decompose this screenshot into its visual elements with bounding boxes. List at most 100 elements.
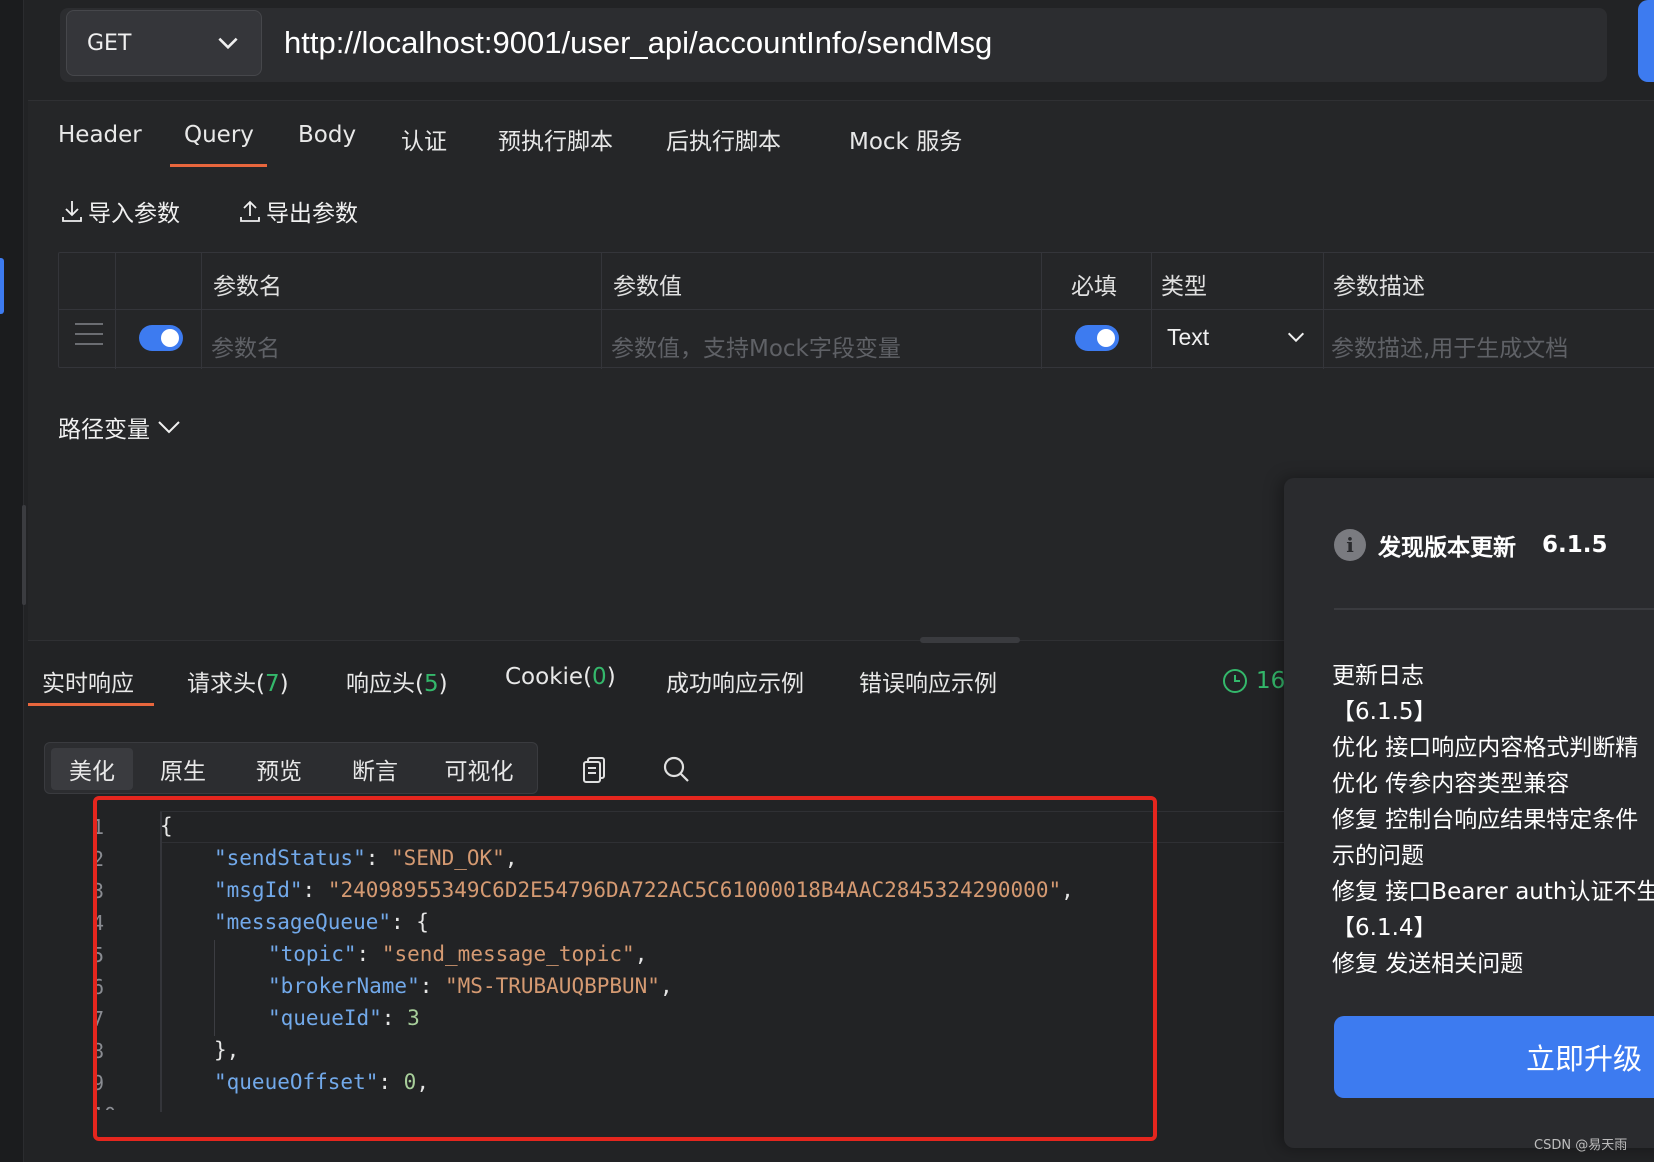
tab-body[interactable]: Body <box>298 122 356 148</box>
column-header-type: 类型 <box>1161 274 1207 300</box>
broker-name-value: "MS-TRUBAUQBPBUN" <box>445 974 660 998</box>
code-line: "topic": "send_message_topic", <box>268 942 648 966</box>
line-number: 8 <box>92 1039 105 1063</box>
tab-mock-service[interactable]: Mock 服务 <box>849 122 962 156</box>
code-line: "msgId": "24098955349C6D2E54796DA722AC5C… <box>214 878 1074 902</box>
send-status-value: "SEND_OK" <box>391 846 505 870</box>
update-divider <box>1334 608 1654 610</box>
tab-pre-script[interactable]: 预执行脚本 <box>498 122 613 156</box>
upgrade-now-button[interactable]: 立即升级 <box>1334 1016 1654 1098</box>
chevron-down-icon <box>1287 332 1305 343</box>
queue-offset-value: 0 <box>403 1070 417 1094</box>
watermark: CSDN @易天雨 <box>1534 1138 1628 1153</box>
tab-live-response[interactable]: 实时响应 <box>42 664 134 698</box>
line-number: 7 <box>92 1007 105 1031</box>
sidebar-active-indicator <box>0 258 4 314</box>
params-table: 参数名 参数值 必填 类型 参数描述 参数名 参数值，支持Mock字段变量 Te… <box>58 252 1654 369</box>
param-type-select[interactable]: Text <box>1159 319 1307 355</box>
import-params-button[interactable]: 导入参数 <box>60 194 180 228</box>
column-header-required: 必填 <box>1071 274 1117 300</box>
upload-icon <box>240 200 260 222</box>
tab-suffix: ) <box>279 671 289 697</box>
count-badge: 7 <box>264 671 280 697</box>
sidebar-scrollbar[interactable] <box>22 505 26 605</box>
param-type-value: Text <box>1167 323 1210 350</box>
param-value-input[interactable]: 参数值，支持Mock字段变量 <box>611 329 901 363</box>
tab-suffix: ) <box>606 664 616 690</box>
column-divider <box>201 253 202 369</box>
path-variables-toggle[interactable]: 路径变量 <box>58 410 182 444</box>
column-divider <box>1323 253 1324 369</box>
view-preview[interactable]: 预览 <box>235 748 323 790</box>
changelog-title: 更新日志 <box>1332 663 1424 689</box>
tab-success-example[interactable]: 成功响应示例 <box>666 664 804 698</box>
param-enabled-toggle[interactable] <box>139 325 183 351</box>
changelog-line: 【6.1.5】 <box>1332 699 1437 725</box>
changelog-line: 示的问题 <box>1332 843 1424 869</box>
view-mode-switch: 美化 原生 预览 断言 可视化 <box>44 742 538 794</box>
line-number: 1 <box>92 815 105 839</box>
tab-label: Cookie( <box>505 664 593 690</box>
left-sidebar <box>0 0 24 1162</box>
drag-handle-icon[interactable] <box>75 323 103 345</box>
view-visualize[interactable]: 可视化 <box>427 748 531 790</box>
msg-id-value: "24098955349C6D2E54796DA722AC5C61000018B… <box>327 878 1062 902</box>
response-body-editor[interactable]: 1 2 3 4 5 6 7 8 9 10 { "sendStatus": "SE… <box>92 810 1282 1110</box>
panel-resize-handle[interactable] <box>920 637 1020 643</box>
changelog-line: 修复 接口Bearer auth认证不生 <box>1332 879 1654 905</box>
tab-query[interactable]: Query <box>184 122 254 148</box>
view-assertions[interactable]: 断言 <box>331 748 419 790</box>
column-divider <box>1041 253 1042 369</box>
url-input[interactable]: http://localhost:9001/user_api/accountIn… <box>284 18 1584 68</box>
queue-id-value: 3 <box>407 1006 420 1030</box>
info-icon: i <box>1334 529 1366 561</box>
tab-auth[interactable]: 认证 <box>401 122 447 156</box>
view-raw[interactable]: 原生 <box>139 748 227 790</box>
code-line: "queueId": 3 <box>268 1006 420 1030</box>
changelog: 更新日志 【6.1.5】 优化 接口响应内容格式判断精 优化 传参内容类型兼容 … <box>1332 658 1654 982</box>
line-number: 4 <box>92 911 105 935</box>
column-divider <box>115 253 116 369</box>
view-beautify[interactable]: 美化 <box>51 748 133 790</box>
search-icon[interactable] <box>661 754 691 784</box>
export-params-button[interactable]: 导出参数 <box>238 194 358 228</box>
changelog-line: 修复 控制台响应结果特定条件 <box>1332 807 1639 833</box>
response-time: 16 <box>1222 668 1285 694</box>
changelog-line: 【6.1.4】 <box>1332 915 1437 941</box>
param-required-toggle[interactable] <box>1075 325 1119 351</box>
column-divider <box>1151 253 1152 369</box>
table-row-divider <box>59 309 1654 310</box>
column-header-value: 参数值 <box>613 274 682 300</box>
changelog-line: 修复 发送相关问题 <box>1332 951 1524 977</box>
line-number: 3 <box>92 879 105 903</box>
tab-suffix: ) <box>438 671 448 697</box>
column-header-description: 参数描述 <box>1333 274 1425 300</box>
response-time-value: 16 <box>1256 668 1286 694</box>
import-params-label: 导入参数 <box>88 201 180 227</box>
update-header: i 发现版本更新 6.1.5 <box>1334 528 1608 562</box>
tab-cookie[interactable]: Cookie(0) <box>505 664 616 690</box>
send-button[interactable] <box>1638 0 1654 82</box>
line-number: 5 <box>92 943 105 967</box>
param-name-input[interactable]: 参数名 <box>211 329 280 363</box>
download-icon <box>62 201 82 222</box>
method-select[interactable]: GET <box>66 10 262 76</box>
tab-header[interactable]: Header <box>58 122 142 148</box>
method-label: GET <box>87 30 132 56</box>
chevron-down-icon <box>158 421 180 434</box>
tab-post-script[interactable]: 后执行脚本 <box>666 122 781 156</box>
param-description-input[interactable]: 参数描述,用于生成文档 <box>1331 329 1568 363</box>
tab-error-example[interactable]: 错误响应示例 <box>859 664 997 698</box>
active-tab-indicator <box>170 164 267 167</box>
path-variables-label: 路径变量 <box>58 417 150 443</box>
column-header-name: 参数名 <box>213 274 282 300</box>
copy-icon[interactable] <box>581 754 611 784</box>
tab-request-headers[interactable]: 请求头(7) <box>187 664 289 698</box>
line-number: 10 <box>92 1103 132 1110</box>
topic-value: "send_message_topic" <box>381 942 635 966</box>
changelog-line: 优化 传参内容类型兼容 <box>1332 771 1570 797</box>
column-divider <box>601 253 602 369</box>
code-line: "queueOffset": 0, <box>214 1070 429 1094</box>
update-title: 发现版本更新 <box>1378 535 1516 561</box>
tab-response-headers[interactable]: 响应头(5) <box>346 664 448 698</box>
